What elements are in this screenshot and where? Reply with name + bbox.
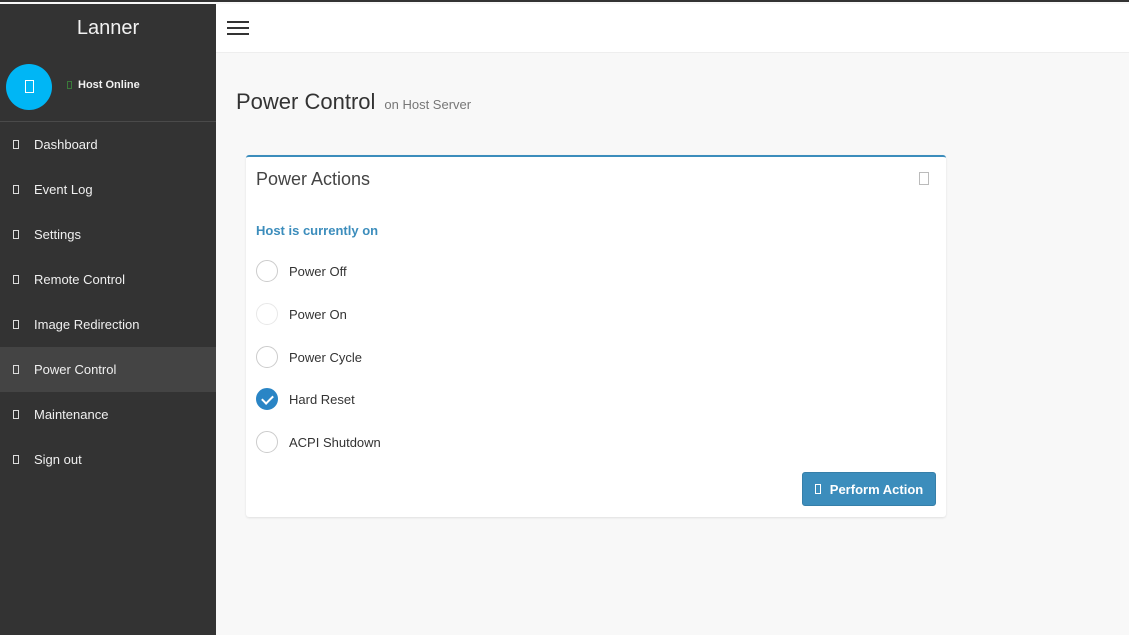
power-icon bbox=[814, 484, 821, 494]
event-log-icon bbox=[13, 185, 19, 194]
button-label: Perform Action bbox=[829, 481, 924, 497]
sidebar-item-label: Remote Control bbox=[34, 272, 126, 287]
sidebar-item-maintenance[interactable]: Maintenance bbox=[0, 392, 216, 437]
host-state-text: Host is currently on bbox=[256, 223, 379, 238]
perform-action-button[interactable]: Perform Action bbox=[802, 472, 936, 506]
maintenance-icon bbox=[13, 410, 19, 419]
radio-power-cycle[interactable] bbox=[256, 346, 278, 368]
option-power-off[interactable]: Power Off bbox=[256, 260, 347, 282]
sidebar-item-label: Power Control bbox=[34, 362, 117, 377]
sidebar-item-label: Sign out bbox=[34, 452, 82, 467]
sidebar-item-label: Image Redirection bbox=[34, 317, 140, 332]
sidebar-item-settings[interactable]: Settings bbox=[0, 212, 216, 257]
option-label: Power Cycle bbox=[289, 349, 362, 365]
image-redirection-icon bbox=[13, 320, 19, 329]
radio-hard-reset[interactable] bbox=[256, 388, 278, 410]
user-icon bbox=[25, 80, 34, 93]
radio-acpi-shutdown[interactable] bbox=[256, 431, 278, 453]
power-icon bbox=[13, 365, 19, 374]
sidebar: Lanner Host Online Dashboard Event Log S… bbox=[0, 4, 216, 635]
avatar bbox=[6, 64, 52, 110]
option-label: Hard Reset bbox=[289, 391, 355, 407]
sidebar-item-image-redirection[interactable]: Image Redirection bbox=[0, 302, 216, 347]
sidebar-item-label: Event Log bbox=[34, 182, 93, 197]
remote-control-icon bbox=[13, 275, 19, 284]
host-status: Host Online bbox=[67, 79, 140, 91]
collapse-icon[interactable] bbox=[919, 172, 929, 185]
radio-power-on[interactable] bbox=[256, 303, 278, 325]
host-status-label: Host Online bbox=[78, 79, 140, 91]
sidebar-item-label: Settings bbox=[34, 227, 81, 242]
top-bar bbox=[216, 4, 1129, 53]
option-acpi-shutdown[interactable]: ACPI Shutdown bbox=[256, 431, 381, 453]
box-title: Power Actions bbox=[256, 169, 371, 189]
sidebar-item-event-log[interactable]: Event Log bbox=[0, 167, 216, 212]
sidebar-item-label: Dashboard bbox=[34, 137, 98, 152]
power-actions-box: Power Actions Host is currently on Power… bbox=[246, 155, 946, 517]
settings-icon bbox=[13, 230, 19, 239]
sidebar-item-label: Maintenance bbox=[34, 407, 109, 422]
sidebar-item-remote-control[interactable]: Remote Control bbox=[0, 257, 216, 302]
option-hard-reset[interactable]: Hard Reset bbox=[256, 388, 355, 410]
sidebar-nav: Dashboard Event Log Settings Remote Cont… bbox=[0, 122, 216, 482]
sidebar-item-power-control[interactable]: Power Control bbox=[0, 347, 216, 392]
page-title: Power Control bbox=[236, 89, 376, 114]
status-dot-icon bbox=[67, 81, 72, 89]
sidebar-item-sign-out[interactable]: Sign out bbox=[0, 437, 216, 482]
option-label: ACPI Shutdown bbox=[289, 434, 381, 450]
menu-toggle-icon[interactable] bbox=[227, 21, 249, 37]
option-label: Power Off bbox=[289, 263, 347, 279]
option-label: Power On bbox=[289, 306, 347, 322]
sidebar-item-dashboard[interactable]: Dashboard bbox=[0, 122, 216, 167]
radio-power-off[interactable] bbox=[256, 260, 278, 282]
option-power-on[interactable]: Power On bbox=[256, 303, 347, 325]
option-power-cycle[interactable]: Power Cycle bbox=[256, 346, 362, 368]
sign-out-icon bbox=[13, 455, 19, 464]
page-header: Power Control on Host Server bbox=[236, 89, 471, 115]
dashboard-icon bbox=[13, 140, 19, 149]
user-panel: Host Online bbox=[0, 54, 216, 122]
brand-logo[interactable]: Lanner bbox=[0, 4, 216, 54]
page-subtitle: on Host Server bbox=[384, 97, 472, 112]
